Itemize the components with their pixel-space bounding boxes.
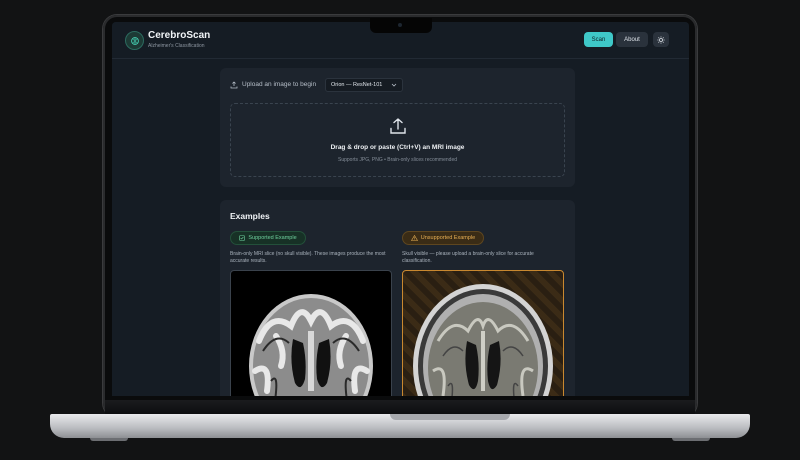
app-screen: CerebroScan Alzheimer's Classification S… — [112, 22, 689, 396]
supported-mri-image — [230, 270, 392, 396]
upload-icon — [390, 118, 406, 134]
camera-notch — [370, 18, 432, 33]
chevron-down-icon — [391, 83, 397, 87]
upload-icon — [230, 81, 238, 89]
image-dropzone[interactable]: Drag & drop or paste (Ctrl+V) an MRI ima… — [230, 103, 565, 177]
about-button[interactable]: About — [616, 32, 648, 47]
examples-title: Examples — [230, 211, 270, 221]
warning-triangle-icon — [410, 235, 418, 241]
scan-button[interactable]: Scan — [584, 32, 613, 47]
laptop-foot-right — [672, 438, 710, 441]
dropzone-title: Drag & drop or paste (Ctrl+V) an MRI ima… — [330, 144, 465, 151]
theme-toggle-button[interactable] — [653, 32, 669, 47]
examples-card: Examples Supported Example Unsupported E… — [220, 200, 575, 396]
laptop-foot-left — [90, 438, 128, 441]
sun-icon — [657, 35, 665, 44]
model-select[interactable]: Orion — ResNet-101 — [325, 78, 403, 92]
camera — [398, 23, 402, 27]
unsupported-description: Skull visible — please upload a brain-on… — [402, 251, 534, 264]
upload-card: Upload an image to begin Orion — ResNet-… — [220, 68, 575, 187]
unsupported-badge-label: Unsupported Example — [420, 235, 476, 241]
supported-example-badge: Supported Example — [230, 231, 306, 245]
check-circle-icon — [239, 235, 246, 241]
laptop-base-groove — [390, 414, 510, 420]
laptop-hinge — [105, 400, 695, 414]
app-subtitle: Alzheimer's Classification — [148, 43, 205, 49]
laptop-base — [50, 414, 750, 438]
upload-label: Upload an image to begin — [242, 81, 317, 88]
app-title: CerebroScan — [148, 30, 211, 41]
supported-description: Brain-only MRI slice (no skull visible).… — [230, 251, 386, 264]
unsupported-mri-image — [402, 270, 564, 396]
unsupported-example-badge: Unsupported Example — [402, 231, 484, 245]
brain-logo-icon[interactable] — [125, 31, 144, 50]
supported-badge-label: Supported Example — [248, 235, 297, 241]
dropzone-subtitle: Supports JPG, PNG • Brain-only slices re… — [337, 157, 458, 163]
model-select-value: Orion — ResNet-101 — [331, 82, 383, 88]
